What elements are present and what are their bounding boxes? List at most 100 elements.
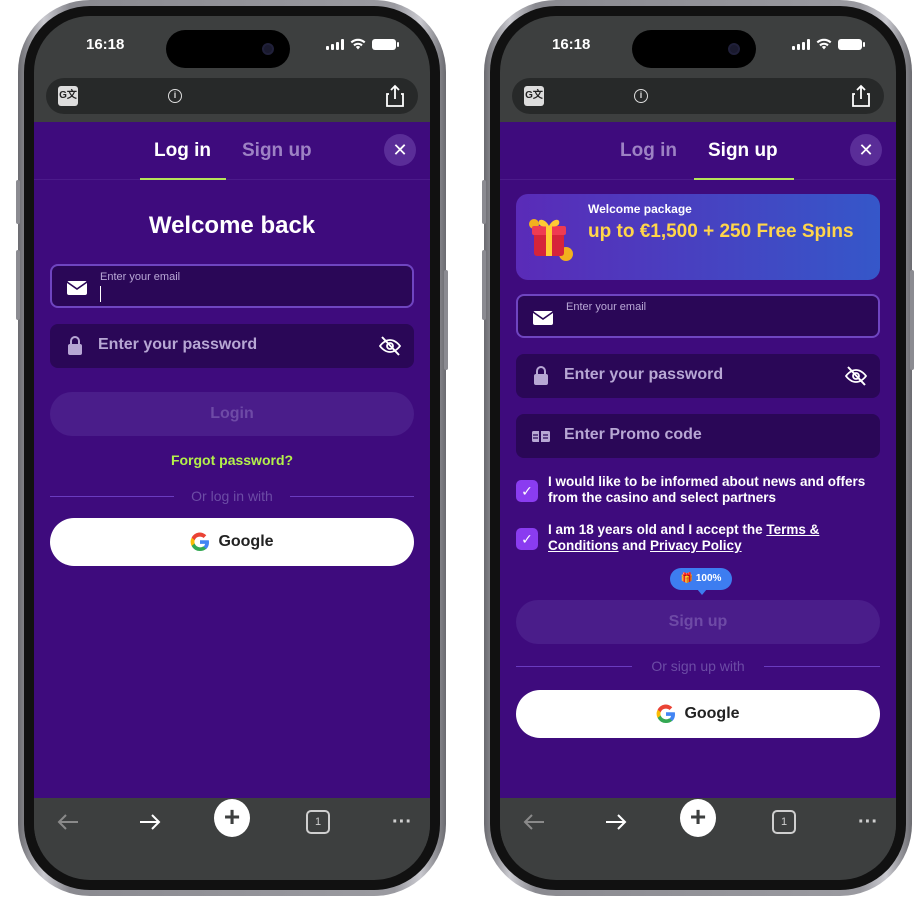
promo-code-icon (532, 431, 550, 442)
url-bar[interactable]: G文 i (512, 78, 884, 114)
password-field[interactable]: Enter your password (516, 354, 880, 398)
password-placeholder: Enter your password (98, 336, 258, 353)
tab-login[interactable]: Log in (154, 140, 211, 162)
consent-age-text: I am 18 years old and I accept the Terms… (548, 522, 820, 553)
battery-icon (838, 38, 865, 50)
google-button-label: Google (218, 533, 274, 550)
url-bar[interactable]: G文 i (46, 78, 418, 114)
password-placeholder: Enter your password (564, 366, 724, 383)
mail-icon (532, 311, 554, 325)
tab-signup[interactable]: Sign up (708, 140, 778, 162)
lock-icon (534, 366, 548, 385)
eye-off-icon[interactable] (378, 334, 402, 358)
password-field[interactable]: Enter your password (50, 324, 414, 368)
forgot-password-link[interactable]: Forgot password? (34, 452, 430, 468)
welcome-package-offer: up to €1,500 + 250 Free Spins (588, 221, 854, 242)
email-field[interactable]: Enter your email (516, 294, 880, 338)
plus-icon[interactable]: + (214, 799, 250, 837)
check-icon[interactable]: ✓ (516, 480, 538, 502)
power-button (444, 270, 448, 370)
lock-icon (68, 336, 82, 355)
privacy-policy-link[interactable]: Privacy Policy (650, 538, 742, 553)
promo-code-placeholder: Enter Promo code (564, 426, 702, 443)
promo-code-field[interactable]: Enter Promo code (516, 414, 880, 458)
email-label: Enter your email (100, 271, 181, 283)
browser-toolbar: + 1 ··· (500, 798, 896, 846)
mail-icon (66, 281, 88, 295)
volume-up-button (16, 180, 20, 224)
google-icon (191, 532, 210, 552)
login-button[interactable]: Login (50, 392, 414, 436)
browser-toolbar: + 1 ··· (34, 798, 430, 846)
forward-icon[interactable] (598, 806, 634, 838)
info-icon[interactable]: i (634, 89, 648, 103)
battery-icon (372, 38, 399, 50)
back-icon[interactable] (50, 806, 86, 838)
share-icon[interactable] (850, 84, 872, 108)
share-icon[interactable] (384, 84, 406, 108)
email-field[interactable]: Enter your email (50, 264, 414, 308)
consent-news-row[interactable]: ✓ I would like to be informed about news… (516, 474, 880, 510)
progress-badge: 🎁 100% (670, 568, 732, 595)
page-title: Welcome back (148, 212, 316, 239)
volume-down-button (16, 250, 20, 320)
close-icon[interactable]: ✕ (850, 134, 882, 166)
signal-icon (792, 38, 810, 50)
status-bar: 16:18 (500, 16, 896, 76)
status-icons (792, 38, 865, 50)
google-icon (657, 704, 676, 724)
translate-icon[interactable]: G文 (58, 86, 78, 106)
phone-login: 16:18 G文 i Log in Sign up ✕ Welcome back… (16, 0, 448, 896)
check-icon[interactable]: ✓ (516, 528, 538, 550)
divider: Or log in with (50, 488, 414, 504)
google-button-label: Google (684, 705, 740, 722)
google-signup-button[interactable]: Google (516, 690, 880, 738)
more-icon[interactable]: ··· (384, 806, 420, 838)
volume-down-button (482, 250, 486, 320)
gift-icon (529, 219, 573, 261)
translate-icon[interactable]: G文 (524, 86, 544, 106)
consent-age-row[interactable]: ✓ I am 18 years old and I accept the Ter… (516, 522, 880, 558)
eye-off-icon[interactable] (844, 364, 868, 388)
google-login-button[interactable]: Google (50, 518, 414, 566)
plus-icon[interactable]: + (680, 799, 716, 837)
divider: Or sign up with (516, 658, 880, 674)
info-icon[interactable]: i (168, 89, 182, 103)
forward-icon[interactable] (132, 806, 168, 838)
welcome-package-label: Welcome package (588, 202, 692, 216)
screen: 16:18 G文 i Log in Sign up ✕ (34, 16, 430, 880)
power-button (910, 270, 914, 370)
status-time: 16:18 (552, 36, 591, 53)
tab-active-indicator (140, 178, 226, 180)
back-icon[interactable] (516, 806, 552, 838)
auth-tabs: Log in Sign up ✕ (500, 122, 896, 180)
tabs-icon[interactable]: 1 (766, 806, 802, 838)
welcome-package-banner[interactable]: Welcome package up to €1,500 + 250 Free … (516, 194, 880, 280)
more-icon[interactable]: ··· (850, 806, 886, 838)
camera-icon (728, 43, 740, 55)
login-page: Log in Sign up ✕ Welcome back Enter your… (34, 122, 430, 798)
volume-up-button (482, 180, 486, 224)
status-time: 16:18 (86, 36, 125, 53)
signup-page: Log in Sign up ✕ Welcome package up to €… (500, 122, 896, 798)
signup-button[interactable]: Sign up (516, 600, 880, 644)
tabs-icon[interactable]: 1 (300, 806, 336, 838)
status-bar: 16:18 (34, 16, 430, 76)
dynamic-island (166, 30, 290, 68)
email-label: Enter your email (566, 301, 647, 313)
dynamic-island (632, 30, 756, 68)
wifi-icon (350, 38, 366, 50)
auth-tabs: Log in Sign up ✕ (34, 122, 430, 180)
camera-icon (262, 43, 274, 55)
bezel: 16:18 G文 i Log in Sign up ✕ (490, 6, 906, 890)
phone-signup: 16:18 G文 i Log in Sign up ✕ Welcome pack… (482, 0, 914, 896)
text-caret (100, 286, 101, 302)
signal-icon (326, 38, 344, 50)
consent-news-text: I would like to be informed about news a… (548, 474, 866, 505)
status-icons (326, 38, 399, 50)
tab-signup[interactable]: Sign up (242, 140, 312, 162)
tab-active-indicator (694, 178, 794, 180)
wifi-icon (816, 38, 832, 50)
close-icon[interactable]: ✕ (384, 134, 416, 166)
tab-login[interactable]: Log in (620, 140, 677, 162)
